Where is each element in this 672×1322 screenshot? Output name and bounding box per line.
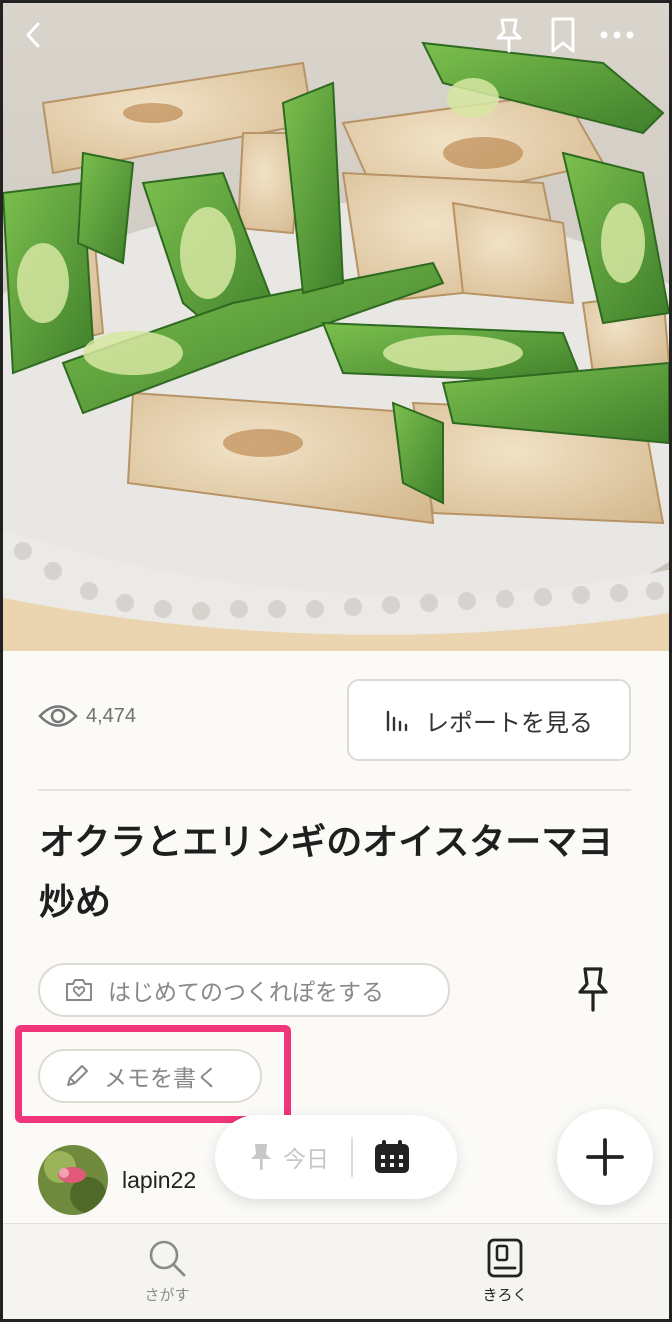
author-name: lapin22 [122, 1166, 197, 1193]
recipe-photo-illustration [3, 3, 669, 651]
view-count: 4,474 [38, 703, 136, 729]
tab-search[interactable]: さがす [107, 1238, 227, 1305]
tab-record[interactable]: きろく [445, 1238, 565, 1305]
add-button[interactable] [557, 1109, 653, 1205]
eye-icon [38, 705, 78, 727]
first-tsukurepo-button[interactable]: はじめてのつくれぽをする [38, 963, 450, 1017]
search-icon [149, 1240, 186, 1277]
pin-icon [578, 967, 608, 1012]
today-bar-divider [351, 1137, 353, 1177]
view-count-value: 4,474 [86, 704, 137, 727]
pin-icon [496, 18, 522, 53]
more-button[interactable] [595, 13, 639, 57]
avatar [38, 1145, 108, 1215]
recipe-info: 4,474 レポートを見る オクラとエリンギのオイスターマヨ炒め はじめてのつく… [3, 651, 669, 1223]
bookmark-button[interactable] [541, 13, 585, 57]
pin-icon [251, 1144, 271, 1170]
tab-search-label: さがす [144, 1286, 190, 1304]
tab-bar: さがす きろく [3, 1223, 669, 1319]
more-dots-icon [600, 31, 634, 39]
author-row[interactable]: lapin22 [38, 1145, 196, 1215]
bookmark-icon [551, 17, 575, 53]
today-label: 今日 [283, 1147, 329, 1173]
recipe-title: オクラとエリンギのオイスターマヨ炒め [39, 822, 614, 923]
tab-record-label: きろく [482, 1286, 528, 1304]
back-button[interactable] [11, 13, 55, 57]
pin-recipe-button[interactable] [565, 961, 621, 1017]
chevron-left-icon [26, 22, 40, 48]
today-bar: 今日 [215, 1115, 457, 1199]
report-button[interactable]: レポートを見る [347, 679, 631, 761]
today-pin-button[interactable]: 今日 [249, 1140, 329, 1174]
memo-highlight-box [15, 1025, 291, 1123]
app-frame: 4,474 レポートを見る オクラとエリンギのオイスターマヨ炒め はじめてのつく… [0, 0, 672, 1322]
recipe-photo [3, 3, 669, 651]
first-tsukurepo-label: はじめてのつくれぽをする [108, 980, 384, 1006]
bar-chart-icon [386, 710, 408, 732]
record-book-icon [487, 1238, 523, 1278]
plus-icon [586, 1138, 624, 1176]
divider [38, 789, 631, 791]
pin-button[interactable] [487, 13, 531, 57]
report-button-label: レポートを見る [425, 708, 593, 737]
calendar-button[interactable] [373, 1139, 411, 1175]
camera-heart-icon [66, 979, 92, 1001]
calendar-icon [375, 1140, 409, 1173]
